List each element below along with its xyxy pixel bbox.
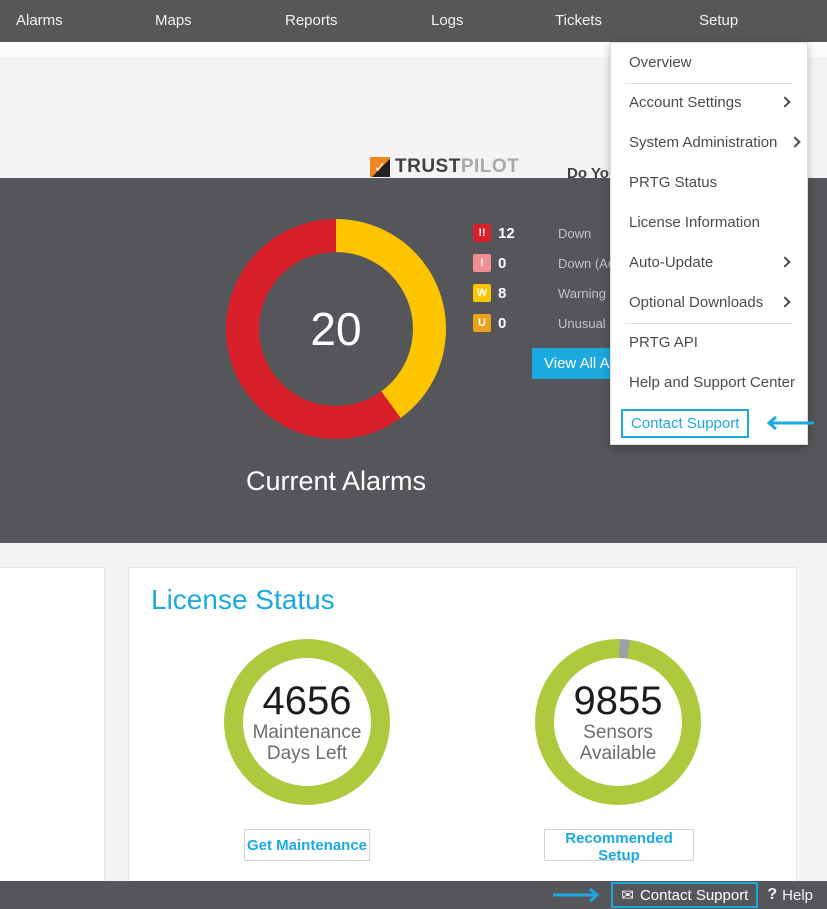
chevron-right-icon (779, 96, 790, 107)
trustpilot-word-trust: TRUST (395, 156, 461, 177)
warning-count: 8 (498, 285, 532, 302)
unusual-count: 0 (498, 315, 532, 332)
recommended-setup-button[interactable]: Recommended Setup (544, 829, 694, 861)
menu-item-system-administration[interactable]: System Administration (611, 123, 807, 163)
sensors-label-line2: Available (580, 743, 657, 764)
nav-item-alarms[interactable]: Alarms (16, 0, 63, 42)
partial-left-card (0, 567, 105, 909)
menu-item-account-settings[interactable]: Account Settings (611, 83, 807, 123)
menu-item-overview[interactable]: Overview (611, 43, 807, 83)
down-count: 12 (498, 225, 532, 242)
right-arrow-icon (552, 888, 602, 902)
alarms-caption: Current Alarms (226, 466, 446, 497)
nav-item-maps[interactable]: Maps (155, 0, 192, 42)
trustpilot-wordmark: TRUSTPILOT (395, 156, 519, 178)
menu-item-label: Account Settings (629, 94, 742, 111)
footer-help-button[interactable]: ? Help (767, 886, 813, 904)
nav-item-tickets[interactable]: Tickets (555, 0, 602, 42)
maintenance-days-value: 4656 (263, 680, 352, 722)
get-maintenance-button[interactable]: Get Maintenance (244, 829, 370, 861)
top-navbar: Alarms Maps Reports Logs Tickets Setup (0, 0, 827, 42)
footer-contact-support-label: Contact Support (640, 887, 748, 904)
down-status-icon: !! (473, 224, 491, 242)
sensors-available-value: 9855 (574, 680, 663, 722)
nav-item-reports[interactable]: Reports (285, 0, 338, 42)
nav-item-logs[interactable]: Logs (431, 0, 464, 42)
menu-item-help-support-center[interactable]: Help and Support Center (611, 363, 807, 403)
legend-row-unusual[interactable]: U 0 Unusual (473, 314, 606, 332)
sensors-gauge: 9855 Sensors Available (535, 639, 701, 805)
legend-row-down-ack[interactable]: ! 0 Down (Ackn (473, 254, 628, 272)
chevron-right-icon (779, 296, 790, 307)
contact-support-highlight-box[interactable]: Contact Support (621, 409, 749, 438)
down-label: Down (558, 226, 591, 241)
down-acknowledged-status-icon: ! (473, 254, 491, 272)
maintenance-gauge: 4656 Maintenance Days Left (224, 639, 390, 805)
trustpilot-check-icon: ✓ (370, 157, 390, 177)
menu-item-prtg-status[interactable]: PRTG Status (611, 163, 807, 203)
footer-bar: ✉ Contact Support ? Help (0, 881, 827, 909)
menu-item-label: Auto-Update (629, 254, 713, 271)
unusual-label: Unusual (558, 316, 606, 331)
menu-item-optional-downloads[interactable]: Optional Downloads (611, 283, 807, 323)
alarms-donut-chart: 20 (226, 219, 446, 439)
menu-item-contact-support[interactable]: Contact Support (611, 403, 807, 443)
menu-item-prtg-api[interactable]: PRTG API (611, 323, 807, 363)
menu-item-auto-update[interactable]: Auto-Update (611, 243, 807, 283)
license-status-card: License Status 4656 Maintenance Days Lef… (128, 567, 797, 909)
maintenance-label-line2: Days Left (267, 743, 347, 764)
sensors-label-line1: Sensors (583, 722, 653, 743)
chevron-right-icon (789, 136, 800, 147)
down-ack-count: 0 (498, 255, 532, 272)
legend-row-warning[interactable]: W 8 Warning (473, 284, 606, 302)
legend-row-down[interactable]: !! 12 Down (473, 224, 591, 242)
maintenance-label-line1: Maintenance (253, 722, 362, 743)
trustpilot-word-pilot: PILOT (461, 156, 519, 177)
help-icon: ? (767, 886, 777, 904)
footer-contact-support-button[interactable]: ✉ Contact Support (611, 882, 758, 908)
chevron-right-icon (779, 256, 790, 267)
warning-label: Warning (558, 286, 606, 301)
footer-help-label: Help (782, 887, 813, 904)
left-arrow-icon (760, 416, 816, 430)
warning-status-icon: W (473, 284, 491, 302)
license-status-title: License Status (151, 584, 335, 616)
setup-dropdown-menu: Overview Account Settings System Adminis… (610, 42, 808, 445)
menu-item-label: Optional Downloads (629, 294, 763, 311)
nav-item-setup[interactable]: Setup (699, 0, 738, 42)
menu-item-label: System Administration (629, 134, 777, 151)
menu-item-license-information[interactable]: License Information (611, 203, 807, 243)
envelope-icon: ✉ (621, 886, 634, 904)
alarms-total: 20 (310, 302, 361, 356)
unusual-status-icon: U (473, 314, 491, 332)
